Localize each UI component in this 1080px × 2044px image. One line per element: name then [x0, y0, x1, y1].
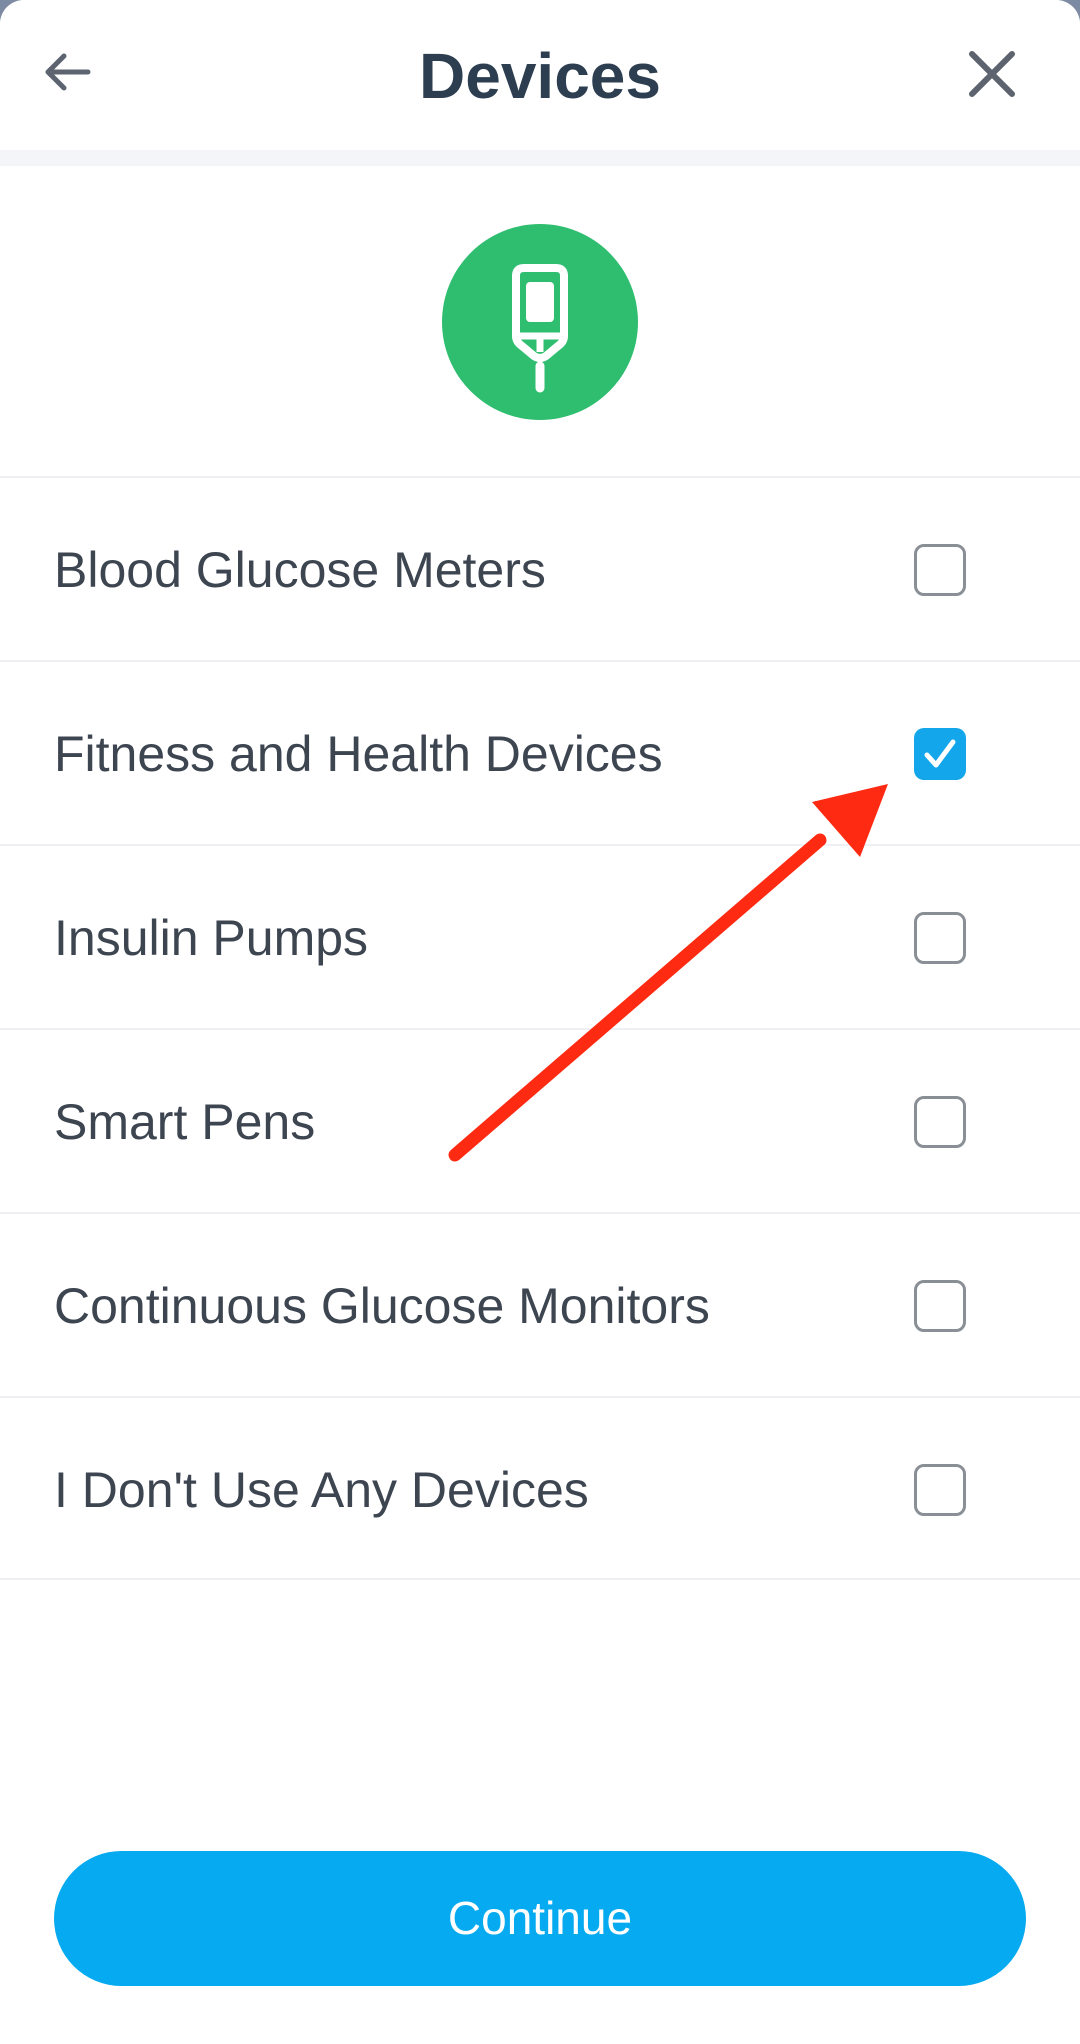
checkbox-unchecked[interactable]: [914, 1280, 966, 1332]
option-no-devices[interactable]: I Don't Use Any Devices: [0, 1396, 1080, 1580]
option-label: I Don't Use Any Devices: [54, 1462, 589, 1518]
close-button[interactable]: [962, 44, 1022, 104]
option-smart-pens[interactable]: Smart Pens: [0, 1028, 1080, 1212]
header-bar: Devices: [0, 0, 1080, 150]
option-insulin-pumps[interactable]: Insulin Pumps: [0, 844, 1080, 1028]
checkbox-unchecked[interactable]: [914, 544, 966, 596]
option-label: Continuous Glucose Monitors: [54, 1278, 710, 1334]
checkmark-icon: [924, 739, 956, 768]
option-continuous-glucose-monitors[interactable]: Continuous Glucose Monitors: [0, 1212, 1080, 1396]
checkbox-unchecked[interactable]: [914, 1096, 966, 1148]
option-label: Blood Glucose Meters: [54, 542, 546, 598]
header-divider: [0, 150, 1080, 166]
close-icon: [969, 51, 1015, 97]
continue-button[interactable]: Continue: [54, 1851, 1026, 1986]
option-blood-glucose-meters[interactable]: Blood Glucose Meters: [0, 476, 1080, 660]
option-label: Smart Pens: [54, 1094, 316, 1150]
device-options-list: Blood Glucose Meters Fitness and Health …: [0, 476, 1080, 1580]
glucose-meter-icon: [442, 224, 638, 420]
checkbox-unchecked[interactable]: [914, 912, 966, 964]
devices-sheet: Devices Blood Glucose Meters Fitness and…: [0, 0, 1080, 2044]
option-label: Insulin Pumps: [54, 910, 369, 966]
option-label: Fitness and Health Devices: [54, 726, 663, 782]
checkbox-checked[interactable]: [914, 728, 966, 780]
checkbox-unchecked[interactable]: [914, 1464, 966, 1516]
page-title: Devices: [419, 40, 661, 112]
option-fitness-and-health-devices[interactable]: Fitness and Health Devices: [0, 660, 1080, 844]
